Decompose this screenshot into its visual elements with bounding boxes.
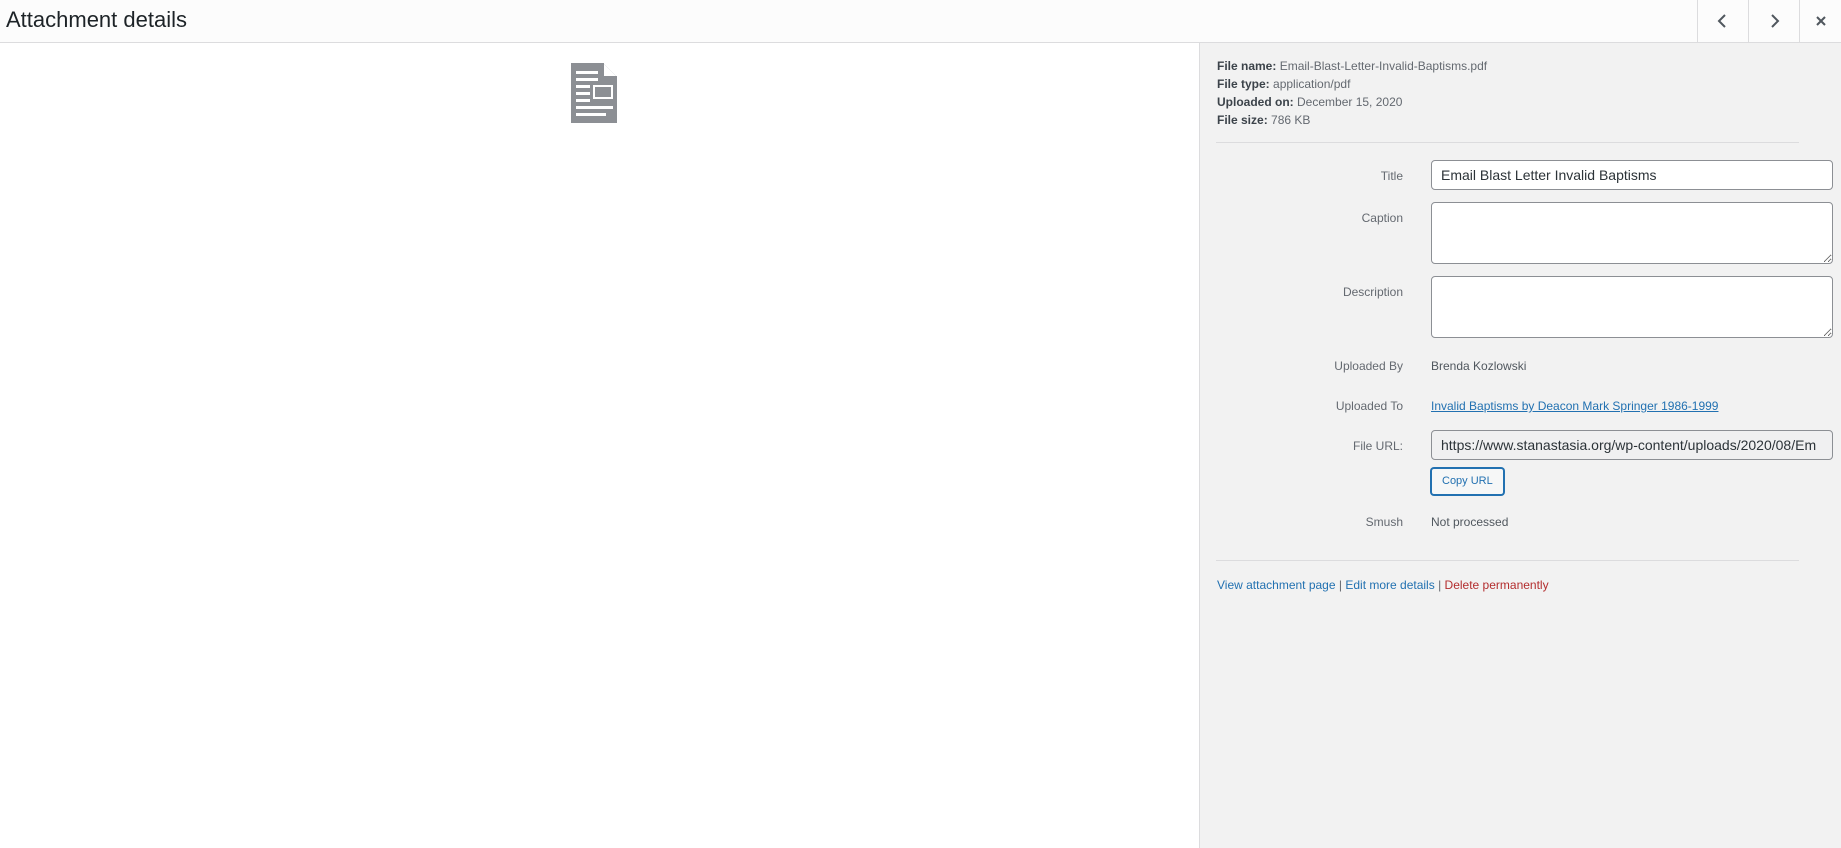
uploaded-by-label: Uploaded By <box>1334 359 1403 373</box>
page-title: Attachment details <box>6 7 187 32</box>
title-input[interactable] <box>1431 160 1833 190</box>
caption-label: Caption <box>1361 211 1403 225</box>
uploaded-on-row: Uploaded on: December 15, 2020 <box>1217 93 1487 111</box>
description-textarea[interactable] <box>1431 276 1833 338</box>
file-type-label: File type: <box>1217 77 1270 91</box>
file-type-value: application/pdf <box>1273 77 1351 91</box>
file-url-input[interactable] <box>1431 430 1833 460</box>
file-size-label: File size: <box>1217 113 1268 127</box>
file-type-row: File type: application/pdf <box>1217 75 1487 93</box>
close-icon <box>1815 16 1826 26</box>
file-name-label: File name: <box>1217 59 1277 73</box>
file-size-value: 786 KB <box>1271 113 1311 127</box>
close-button[interactable] <box>1799 0 1841 42</box>
file-url-label: File URL: <box>1352 439 1403 453</box>
uploaded-on-label: Uploaded on: <box>1217 95 1294 109</box>
copy-url-button[interactable]: Copy URL <box>1431 468 1504 495</box>
document-icon <box>571 63 617 123</box>
uploaded-to-link[interactable]: Invalid Baptisms by Deacon Mark Springer… <box>1431 399 1718 413</box>
delete-permanently-link[interactable]: Delete permanently <box>1445 578 1549 592</box>
attachment-preview <box>0 43 1199 848</box>
file-name-value: Email-Blast-Letter-Invalid-Baptisms.pdf <box>1279 59 1488 73</box>
smush-label: Smush <box>1365 515 1403 529</box>
divider <box>1216 560 1799 561</box>
uploaded-on-value: December 15, 2020 <box>1297 95 1403 109</box>
actions-divider: | <box>1438 578 1442 592</box>
view-attachment-page-link[interactable]: View attachment page <box>1217 578 1336 592</box>
modal-header: Attachment details <box>0 0 1841 43</box>
file-name-row: File name: Email-Blast-Letter-Invalid-Ba… <box>1217 57 1487 75</box>
file-size-row: File size: 786 KB <box>1217 111 1487 129</box>
chevron-right-icon <box>1771 14 1780 28</box>
caption-textarea[interactable] <box>1431 202 1833 264</box>
attachment-details-sidebar: File name: Email-Blast-Letter-Invalid-Ba… <box>1199 43 1841 848</box>
uploaded-to-label: Uploaded To <box>1335 399 1403 413</box>
previous-button[interactable] <box>1697 0 1748 42</box>
edit-more-details-link[interactable]: Edit more details <box>1345 578 1434 592</box>
chevron-left-icon <box>1717 14 1726 28</box>
title-label: Title <box>1380 169 1403 183</box>
file-meta: File name: Email-Blast-Letter-Invalid-Ba… <box>1217 57 1487 129</box>
next-button[interactable] <box>1748 0 1799 42</box>
uploaded-by-value: Brenda Kozlowski <box>1431 359 1527 373</box>
description-label: Description <box>1342 285 1403 299</box>
actions-divider: | <box>1338 578 1342 592</box>
divider <box>1216 142 1799 143</box>
smush-status: Not processed <box>1431 515 1509 529</box>
attachment-actions: View attachment page | Edit more details… <box>1217 578 1549 592</box>
